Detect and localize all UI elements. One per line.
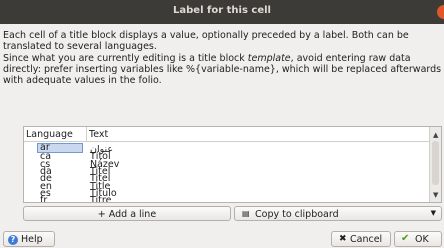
description-paragraph-2: Since what you are currently editing is … bbox=[3, 52, 442, 87]
column-header-text[interactable]: Text bbox=[89, 129, 108, 140]
column-separator bbox=[86, 127, 87, 141]
cancel-label: Cancel bbox=[350, 234, 383, 245]
clipboard-icon: ▤ bbox=[242, 209, 250, 218]
cell-language[interactable]: fr bbox=[40, 195, 47, 202]
help-icon: ? bbox=[8, 235, 18, 245]
window-titlebar: Label for this cell bbox=[0, 0, 444, 24]
help-label: Help bbox=[21, 234, 43, 245]
scroll-up-icon[interactable]: ▲ bbox=[433, 131, 438, 139]
scroll-down-icon[interactable]: ▼ bbox=[433, 191, 438, 199]
add-line-label: + Add a line bbox=[97, 209, 157, 220]
table-header: Language Text bbox=[24, 127, 429, 142]
cancel-button[interactable]: ✖ Cancel bbox=[331, 231, 391, 247]
close-icon[interactable] bbox=[437, 5, 444, 19]
cell-text[interactable]: Titre bbox=[90, 195, 111, 202]
description-paragraph-1: Each cell of a title block displays a va… bbox=[3, 30, 409, 53]
checkmark-icon: ✔ bbox=[401, 233, 410, 244]
table-scrollbar[interactable]: ▲ ▼ bbox=[429, 127, 441, 202]
translations-table[interactable]: Language Text ar عنوان ca Títol cs Název da Tit… bbox=[23, 126, 442, 203]
scrollbar-thumb[interactable] bbox=[432, 141, 439, 185]
ok-button[interactable]: ✔ OK bbox=[394, 231, 442, 247]
help-button[interactable]: ? Help bbox=[3, 231, 55, 247]
cancel-icon: ✖ bbox=[339, 234, 347, 244]
copy-to-clipboard-button[interactable]: ▤ Copy to clipboard ▼ bbox=[234, 206, 442, 221]
chevron-down-icon[interactable]: ▼ bbox=[431, 209, 436, 217]
table-row[interactable]: fr Titre bbox=[24, 195, 429, 202]
window-title: Label for this cell bbox=[173, 5, 271, 16]
ok-label: OK bbox=[415, 234, 429, 245]
add-line-button[interactable]: + Add a line bbox=[23, 206, 231, 221]
copy-to-clipboard-label: Copy to clipboard bbox=[255, 209, 339, 220]
column-header-language[interactable]: Language bbox=[26, 129, 73, 140]
description-text: Each cell of a title block displays a va… bbox=[3, 30, 443, 86]
